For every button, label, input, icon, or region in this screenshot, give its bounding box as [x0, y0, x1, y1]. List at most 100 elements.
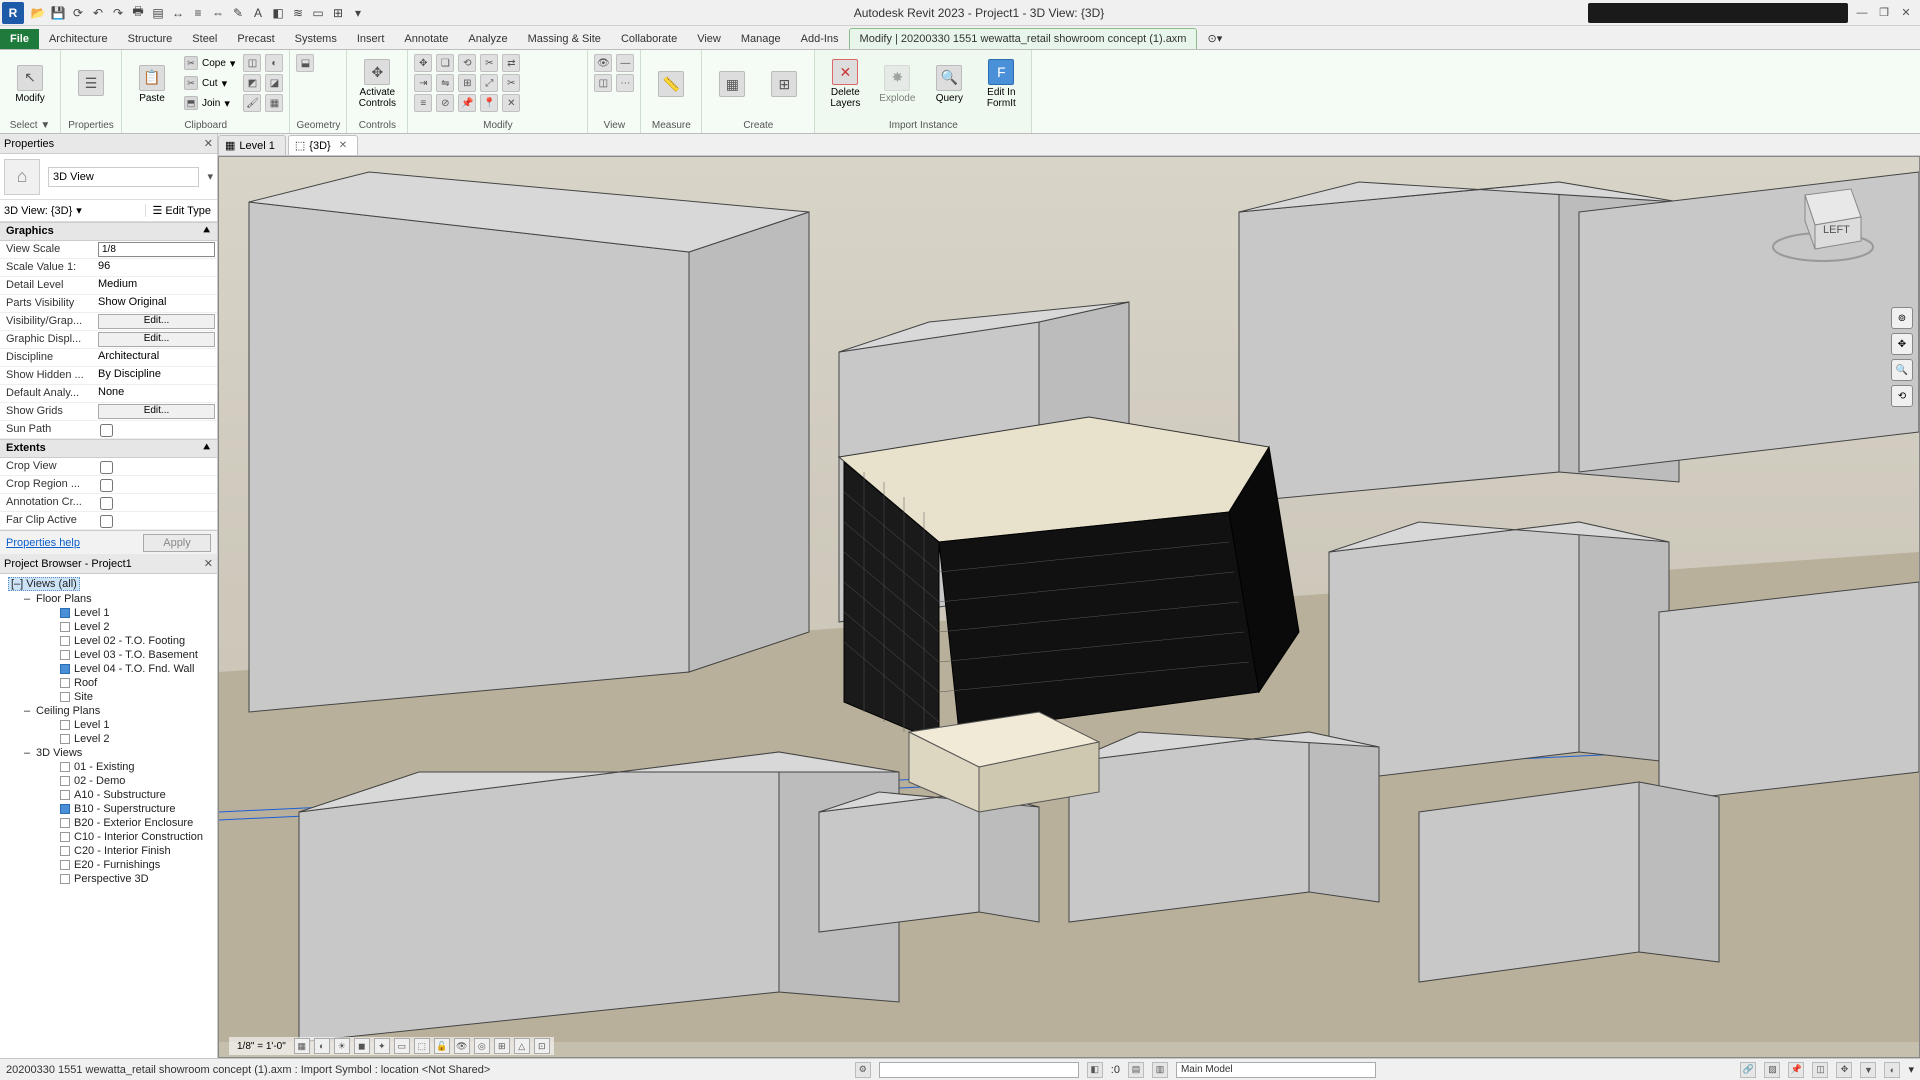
tree-node[interactable]: B20 - Exterior Enclosure [4, 816, 213, 830]
tree-node[interactable]: –Ceiling Plans [4, 704, 213, 718]
tree-node[interactable]: Level 1 [4, 606, 213, 620]
tree-node[interactable]: C10 - Interior Construction [4, 830, 213, 844]
unpin-icon[interactable]: 📍 [480, 94, 498, 112]
prop-value[interactable]: Edit... [96, 313, 217, 330]
prop-value[interactable] [96, 476, 217, 493]
prop-value[interactable]: None [96, 385, 217, 402]
nav-zoom-icon[interactable]: 🔍 [1891, 359, 1913, 381]
cope-button[interactable]: ✂Cope ▾ [180, 54, 239, 72]
qat-measure-icon[interactable]: ↔ [170, 5, 186, 21]
group-select-label[interactable]: Select ▼ [6, 118, 54, 133]
detail-level-icon[interactable]: ▦ [294, 1038, 310, 1054]
sb-select-pinned-icon[interactable]: 📌 [1788, 1062, 1804, 1078]
prop-section[interactable]: Extents⯅ [0, 439, 217, 458]
unlock-icon[interactable]: 🔓 [434, 1038, 450, 1054]
prop-value[interactable]: Edit... [96, 403, 217, 420]
tree-node[interactable]: [–] Views (all) [4, 576, 213, 592]
hide-icon[interactable]: 👁 [594, 54, 612, 72]
clip-icon[interactable]: ◩ [243, 74, 261, 92]
edit-in-formit-button[interactable]: FEdit In FormIt [977, 52, 1025, 114]
apply-button[interactable]: Apply [143, 534, 211, 552]
sb-drag-icon[interactable]: ✥ [1836, 1062, 1852, 1078]
prop-value[interactable]: Medium [96, 277, 217, 294]
tab-structure[interactable]: Structure [118, 29, 183, 49]
qat-text-icon[interactable]: A [250, 5, 266, 21]
tab-addins[interactable]: Add-Ins [791, 29, 849, 49]
prop-value[interactable] [96, 241, 217, 258]
prop-value[interactable]: Show Original [96, 295, 217, 312]
tab-annotate[interactable]: Annotate [394, 29, 458, 49]
line2-icon[interactable]: ⋯ [616, 74, 634, 92]
sb-excluded-icon[interactable]: ▥ [1152, 1062, 1168, 1078]
mirror-icon[interactable]: ⇄ [502, 54, 520, 72]
sb-bg-icon[interactable]: ◐ [1884, 1062, 1900, 1078]
move-icon[interactable]: ✥ [414, 54, 432, 72]
tree-node[interactable]: Level 2 [4, 620, 213, 634]
array-icon[interactable]: ⊞ [458, 74, 476, 92]
tree-node[interactable]: Level 2 [4, 732, 213, 746]
temp-hide-icon[interactable]: 👁 [454, 1038, 470, 1054]
qat-sync-icon[interactable]: ⟳ [70, 5, 86, 21]
prop-input[interactable] [98, 242, 215, 257]
tab-options-icon[interactable]: ⊙▾ [1197, 28, 1232, 49]
cut-button[interactable]: ✂Cut ▾ [180, 74, 239, 92]
sb-select-underlay-icon[interactable]: ▨ [1764, 1062, 1780, 1078]
paint-icon[interactable]: 🖌 [243, 94, 261, 112]
tree-node[interactable]: A10 - Substructure [4, 788, 213, 802]
prop-section[interactable]: Graphics⯅ [0, 222, 217, 241]
prop-value[interactable] [96, 458, 217, 475]
activate-controls-button[interactable]: ✥Activate Controls [353, 52, 401, 114]
align-icon[interactable]: ≡ [414, 94, 432, 112]
prop-value[interactable]: Architectural [96, 349, 217, 366]
properties-button[interactable]: ☰ [67, 52, 115, 114]
tab-manage[interactable]: Manage [731, 29, 791, 49]
type-selector-dropdown-icon[interactable]: ▾ [207, 170, 213, 183]
modify-button[interactable]: ↖Modify [6, 52, 54, 114]
type-selector[interactable]: ⌂ 3D View ▾ [0, 154, 217, 200]
delete-layers-button[interactable]: ✕Delete Layers [821, 52, 869, 114]
view-tab-3d[interactable]: ⬚ {3D} ✕ [288, 135, 358, 155]
prop-checkbox[interactable] [100, 497, 113, 510]
qat-dropdown-icon[interactable]: ▾ [350, 5, 366, 21]
tree-node[interactable]: Level 02 - T.O. Footing [4, 634, 213, 648]
query-button[interactable]: 🔍Query [925, 52, 973, 114]
prop-checkbox[interactable] [100, 424, 113, 437]
prop-value[interactable]: Edit... [96, 331, 217, 348]
prop-checkbox[interactable] [100, 479, 113, 492]
geom-icon[interactable]: ⬓ [296, 54, 314, 72]
prop-value[interactable]: 96 [96, 259, 217, 276]
rotate-icon[interactable]: ⟲ [458, 54, 476, 72]
tab-analyze[interactable]: Analyze [458, 29, 517, 49]
qat-dim-icon[interactable]: ⇔ [210, 5, 226, 21]
qat-save-icon[interactable]: 💾 [50, 5, 66, 21]
properties-help-link[interactable]: Properties help [6, 537, 80, 549]
sb-worksets-icon[interactable]: ⚙ [855, 1062, 871, 1078]
view-scale[interactable]: 1/8" = 1'-0" [233, 1041, 290, 1052]
tree-node[interactable]: Roof [4, 676, 213, 690]
copy-icon[interactable]: ❏ [436, 54, 454, 72]
tab-collaborate[interactable]: Collaborate [611, 29, 687, 49]
create2-button[interactable]: ⊞ [760, 52, 808, 114]
sb-filter-icon[interactable]: ▼ [1860, 1062, 1876, 1078]
trim-icon[interactable]: ✂ [480, 54, 498, 72]
type-selector-value[interactable]: 3D View [48, 167, 199, 187]
visual-style-icon[interactable]: ◐ [314, 1038, 330, 1054]
qat-tag-icon[interactable]: ✎ [230, 5, 246, 21]
nav-wheel-icon[interactable]: ⊚ [1891, 307, 1913, 329]
constraints-icon[interactable]: ⊞ [494, 1038, 510, 1054]
create-button[interactable]: ▦ [708, 52, 756, 114]
view-cube[interactable]: LEFT [1763, 177, 1883, 267]
prop-checkbox[interactable] [100, 515, 113, 528]
analytical-icon[interactable]: △ [514, 1038, 530, 1054]
restore-button[interactable]: ❐ [1874, 3, 1894, 23]
show-crop-icon[interactable]: ⬚ [414, 1038, 430, 1054]
qat-switch-icon[interactable]: ▭ [310, 5, 326, 21]
measure-button[interactable]: 📏 [647, 52, 695, 114]
wall-icon[interactable]: ▦ [265, 94, 283, 112]
tree-node[interactable]: Level 04 - T.O. Fnd. Wall [4, 662, 213, 676]
tab-view[interactable]: View [687, 29, 731, 49]
qat-open-icon[interactable]: 📂 [30, 5, 46, 21]
offset-icon[interactable]: ⇥ [414, 74, 432, 92]
match-icon[interactable]: ◫ [243, 54, 261, 72]
explode-button[interactable]: ✸Explode [873, 52, 921, 114]
